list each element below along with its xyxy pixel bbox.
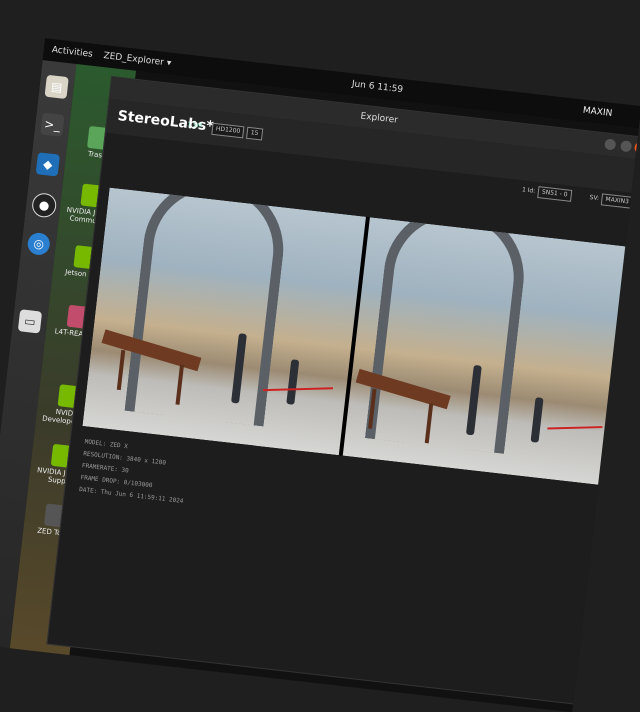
files-icon[interactable]: ▤ xyxy=(44,74,69,100)
terminal-icon[interactable]: >_ xyxy=(40,112,65,137)
stereo-video-viewer[interactable] xyxy=(82,187,627,485)
resolution-select[interactable]: HD1200 xyxy=(211,122,245,139)
drive-icon[interactable]: ▭ xyxy=(17,309,43,334)
left-camera-view xyxy=(82,187,366,456)
obs-icon[interactable]: ● xyxy=(30,191,58,219)
chromium-icon[interactable]: ◎ xyxy=(26,231,51,257)
vscode-icon[interactable]: ◆ xyxy=(35,152,61,177)
fps-select[interactable]: 15 xyxy=(246,126,263,141)
close-button[interactable] xyxy=(633,141,640,154)
arch-structure xyxy=(364,217,532,454)
maximize-button[interactable] xyxy=(620,140,633,153)
svo-label: SV: xyxy=(589,193,600,203)
right-camera-view xyxy=(342,217,627,485)
person xyxy=(530,397,544,443)
camera-select[interactable]: SN51 - 0 xyxy=(537,186,573,202)
minimize-button[interactable] xyxy=(604,138,617,151)
user-menu[interactable]: MAXIN xyxy=(582,100,614,125)
svo-input[interactable]: MAXIN3 xyxy=(600,193,634,209)
camera-info-panel: MODEL: ZED X RESOLUTION: 3840 x 1200 FRA… xyxy=(78,436,189,507)
window-title: Explorer xyxy=(359,111,399,126)
serial-label: 1 Id: xyxy=(521,186,536,195)
version-label: 1.5M xyxy=(186,120,203,130)
monitor-screen: Activities ZED_Explorer ▾ Jun 6 11:59 MA… xyxy=(0,38,640,712)
barrier-rope xyxy=(547,426,603,430)
clock[interactable]: Jun 6 11:59 xyxy=(351,73,405,101)
barrier-rope xyxy=(262,387,334,392)
person xyxy=(286,359,300,405)
table-leg xyxy=(116,349,126,391)
zed-explorer-window: Explorer StereoLabs* 1.5M HD1200 15 1 Id… xyxy=(46,76,640,706)
